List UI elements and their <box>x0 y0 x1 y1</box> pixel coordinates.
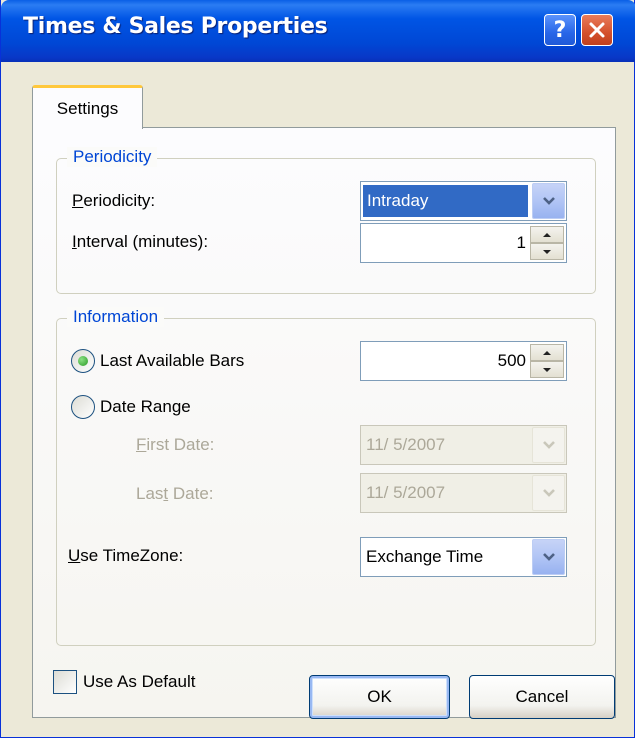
tab-settings-label: Settings <box>56 98 119 118</box>
arrow-down-icon <box>543 367 551 372</box>
periodicity-dropdown[interactable]: Intraday <box>360 181 567 221</box>
interval-label: Interval (minutes): <box>72 232 209 251</box>
interval-increment-button[interactable] <box>530 226 564 243</box>
information-group-legend: Information <box>67 307 165 327</box>
information-group: Information Last Available Bars 500 Date… <box>56 307 596 646</box>
arrow-down-icon <box>543 249 551 254</box>
close-icon <box>589 22 605 38</box>
window-title: Times & Sales Properties <box>23 14 328 39</box>
settings-panel: Periodicity Periodicity: Intraday Interv… <box>32 127 616 718</box>
last-date-value: 11/ 5/2007 <box>366 483 446 502</box>
last-bars-spinner-buttons <box>530 344 564 378</box>
dialog-window: Times & Sales Properties ? Settings Peri… <box>0 0 635 738</box>
timezone-dropdown-button[interactable] <box>532 539 565 575</box>
first-date-value: 11/ 5/2007 <box>366 435 446 454</box>
chevron-down-icon <box>542 553 555 561</box>
chevron-down-icon <box>542 197 555 205</box>
periodicity-dropdown-value: Intraday <box>363 185 528 217</box>
tab-settings[interactable]: Settings <box>32 85 143 129</box>
interval-spinner-buttons <box>530 226 564 260</box>
first-date-dropdown-button[interactable] <box>532 427 565 463</box>
ok-button-label: OK <box>367 687 392 706</box>
dialog-client-area: Settings Periodicity Periodicity: Intrad… <box>5 62 631 734</box>
arrow-up-icon <box>543 232 551 237</box>
last-date-dropdown-button[interactable] <box>532 475 565 511</box>
use-default-checkbox[interactable] <box>53 670 77 694</box>
last-bars-spinner[interactable]: 500 <box>360 341 567 381</box>
last-bars-value: 500 <box>497 351 526 370</box>
date-range-label[interactable]: Date Range <box>100 397 191 417</box>
first-date-label: First Date: <box>136 435 215 454</box>
cancel-button[interactable]: Cancel <box>469 675 615 719</box>
periodicity-group: Periodicity Periodicity: Intraday Interv… <box>56 147 596 294</box>
interval-spinner[interactable]: 1 <box>360 223 567 263</box>
timezone-value: Exchange Time <box>366 547 484 566</box>
chevron-down-icon <box>542 441 555 449</box>
last-date-label: Last Date: <box>136 484 214 503</box>
use-default-label[interactable]: Use As Default <box>83 672 195 692</box>
help-icon: ? <box>553 17 567 43</box>
last-bars-increment-button[interactable] <box>530 344 564 361</box>
title-bar[interactable]: Times & Sales Properties ? <box>1 0 635 62</box>
timezone-dropdown[interactable]: Exchange Time <box>360 537 567 577</box>
last-bars-label[interactable]: Last Available Bars <box>100 351 244 371</box>
date-range-radio[interactable] <box>71 395 95 419</box>
close-button[interactable] <box>581 14 613 46</box>
ok-button[interactable]: OK <box>309 675 450 719</box>
interval-value: 1 <box>516 233 526 252</box>
chevron-down-icon <box>542 489 555 497</box>
timezone-label: Use TimeZone: <box>68 546 184 565</box>
last-bars-radio[interactable] <box>71 349 95 373</box>
periodicity-dropdown-button[interactable] <box>532 183 565 219</box>
last-bars-decrement-button[interactable] <box>530 361 564 378</box>
periodicity-group-legend: Periodicity <box>67 147 158 167</box>
cancel-button-label: Cancel <box>515 687 569 706</box>
periodicity-label: Periodicity: <box>72 191 156 210</box>
arrow-up-icon <box>543 350 551 355</box>
last-date-picker[interactable]: 11/ 5/2007 <box>360 473 567 513</box>
interval-decrement-button[interactable] <box>530 243 564 260</box>
help-button[interactable]: ? <box>544 14 576 46</box>
first-date-picker[interactable]: 11/ 5/2007 <box>360 425 567 465</box>
radio-selected-dot <box>78 356 88 366</box>
